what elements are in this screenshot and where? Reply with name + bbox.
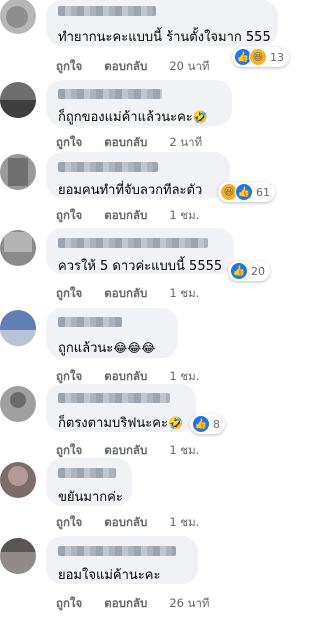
- comment-bubble: ควรให้ 5 ดาวค่ะแบบนี้ 5555: [46, 228, 234, 274]
- comment-time[interactable]: 1 ชม.: [169, 286, 199, 300]
- comment-time[interactable]: 1 ชม.: [169, 208, 199, 222]
- avatar[interactable]: [0, 310, 36, 346]
- comment-bubble: ยอมคนทำที่จับลวกทีละตัว: [46, 152, 230, 198]
- avatar[interactable]: [0, 538, 36, 574]
- commenter-name-blurred[interactable]: [58, 317, 122, 327]
- reply-button[interactable]: ตอบกลับ: [104, 596, 147, 610]
- commenter-name-blurred[interactable]: [58, 546, 176, 556]
- avatar[interactable]: [0, 0, 36, 34]
- comment-text: ยอมคนทำที่จับลวกทีละตัว: [58, 183, 203, 198]
- reaction-summary[interactable]: 😆 👍 61: [218, 182, 275, 202]
- reaction-summary[interactable]: 👍 8: [190, 414, 225, 434]
- laugh-emoji: 😂😂😂: [113, 341, 156, 355]
- reply-button[interactable]: ตอบกลับ: [104, 443, 147, 457]
- comment-time[interactable]: 1 ชม.: [169, 515, 199, 529]
- comment-time[interactable]: 2 นาที: [169, 135, 202, 149]
- reaction-count: 8: [213, 417, 220, 431]
- like-button[interactable]: ถูกใจ: [56, 369, 82, 383]
- like-button[interactable]: ถูกใจ: [56, 208, 82, 222]
- reply-button[interactable]: ตอบกลับ: [104, 515, 147, 529]
- reaction-count: 61: [256, 185, 270, 199]
- commenter-name-blurred[interactable]: [58, 393, 170, 403]
- reply-button[interactable]: ตอบกลับ: [104, 369, 147, 383]
- avatar[interactable]: [0, 154, 36, 190]
- commenter-name-blurred[interactable]: [58, 162, 158, 172]
- comment-time[interactable]: 1 ชม.: [169, 443, 199, 457]
- comment-text: ยอมใจแม่ค้านะคะ: [58, 568, 161, 583]
- haha-reaction-icon: 😆: [249, 48, 267, 66]
- comment-text: ก็ถูกของแม่ค้าแล้วนะคะ🤣: [58, 110, 208, 125]
- commenter-name-blurred[interactable]: [58, 6, 156, 16]
- comment-text: ทำยากนะคะแบบนี้ ร้านตั้งใจมาก 555: [58, 30, 271, 45]
- rofl-emoji: 🤣: [167, 416, 183, 430]
- commenter-name-blurred[interactable]: [58, 238, 208, 248]
- reaction-count: 13: [270, 50, 284, 64]
- commenter-name-blurred[interactable]: [58, 468, 116, 478]
- like-reaction-icon: 👍: [192, 415, 210, 433]
- like-button[interactable]: ถูกใจ: [56, 515, 82, 529]
- reply-button[interactable]: ตอบกลับ: [104, 135, 147, 149]
- reaction-summary[interactable]: 👍 20: [228, 261, 270, 281]
- comment-text: ก็ตรงตามบริฟนะคะ🤣: [58, 416, 183, 431]
- like-button[interactable]: ถูกใจ: [56, 596, 82, 610]
- avatar[interactable]: [0, 82, 36, 118]
- like-button[interactable]: ถูกใจ: [56, 135, 82, 149]
- avatar[interactable]: [0, 230, 36, 266]
- reaction-summary[interactable]: 👍 😆 13: [232, 47, 289, 67]
- like-reaction-icon: 👍: [235, 183, 253, 201]
- comment-time[interactable]: 20 นาที: [169, 59, 209, 73]
- comment-bubble: ทำยากนะคะแบบนี้ ร้านตั้งใจมาก 555: [46, 0, 278, 46]
- reaction-count: 20: [251, 264, 265, 278]
- like-button[interactable]: ถูกใจ: [56, 286, 82, 300]
- like-button[interactable]: ถูกใจ: [56, 443, 82, 457]
- comment-bubble: ก็ถูกของแม่ค้าแล้วนะคะ🤣: [46, 80, 232, 126]
- comment-text: ถูกแล้วนะ😂😂😂: [58, 341, 156, 356]
- comment-bubble: ขยันมากค่ะ: [46, 458, 132, 506]
- like-reaction-icon: 👍: [230, 262, 248, 280]
- avatar[interactable]: [0, 386, 36, 422]
- reply-button[interactable]: ตอบกลับ: [104, 208, 147, 222]
- comment-time[interactable]: 1 ชม.: [169, 369, 199, 383]
- comment-text: ขยันมากค่ะ: [58, 490, 123, 505]
- comment-text: ควรให้ 5 ดาวค่ะแบบนี้ 5555: [58, 259, 223, 274]
- commenter-name-blurred[interactable]: [58, 89, 162, 99]
- avatar[interactable]: [0, 462, 36, 498]
- comment-bubble: ยอมใจแม่ค้านะคะ: [46, 536, 198, 584]
- reply-button[interactable]: ตอบกลับ: [104, 286, 147, 300]
- comment-bubble: ถูกแล้วนะ😂😂😂: [46, 308, 178, 358]
- reply-button[interactable]: ตอบกลับ: [104, 59, 147, 73]
- like-button[interactable]: ถูกใจ: [56, 59, 82, 73]
- comment-time[interactable]: 26 นาที: [169, 596, 209, 610]
- rofl-emoji: 🤣: [192, 110, 208, 124]
- comment-bubble: ก็ตรงตามบริฟนะคะ🤣: [46, 384, 196, 432]
